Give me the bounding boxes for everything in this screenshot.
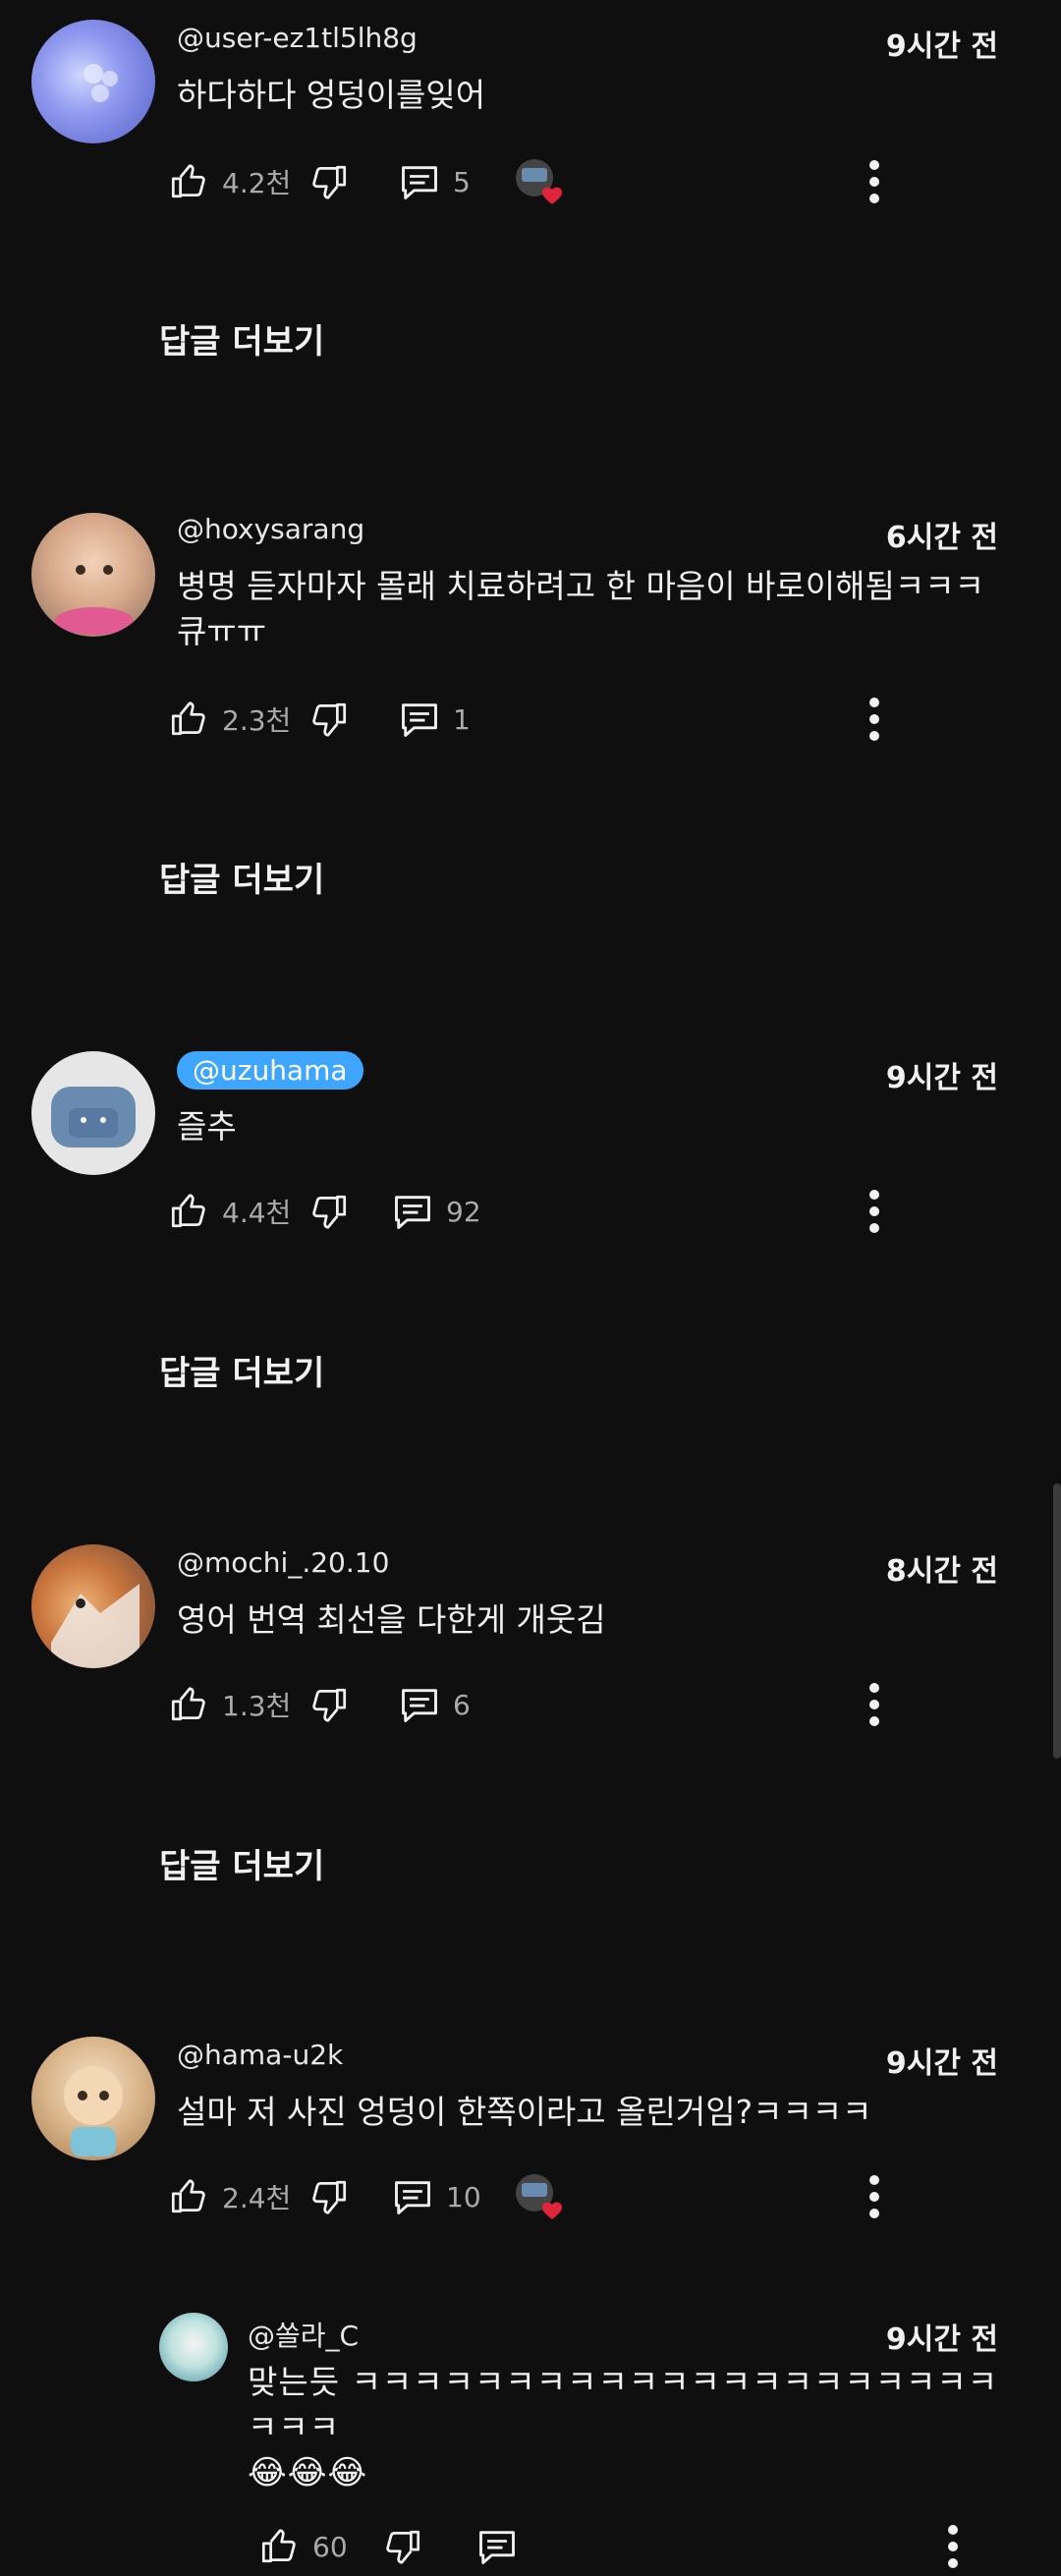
- avatar[interactable]: [31, 513, 155, 637]
- comment-author[interactable]: @hoxysarang: [177, 513, 364, 545]
- like-count: 2.4천: [222, 2182, 292, 2214]
- thumbs-down-icon: [309, 699, 351, 740]
- reply-count: 10: [446, 2180, 481, 2213]
- more-vertical-icon: [867, 1188, 881, 1235]
- reply-count: 6: [453, 1688, 471, 1721]
- comment-text: 하다하다 엉덩이를잊어: [177, 76, 486, 114]
- more-vertical-icon: [867, 158, 881, 205]
- more-options-button[interactable]: [855, 2167, 894, 2226]
- like-count: 2.3천: [222, 704, 292, 737]
- show-replies-link[interactable]: 답글 더보기: [159, 1346, 324, 1394]
- like-count: 60: [312, 2530, 348, 2563]
- like-button[interactable]: 4.4천: [167, 1182, 291, 1241]
- more-vertical-icon: [867, 1681, 881, 1728]
- thumbs-up-icon: [167, 1684, 208, 1725]
- reply-button[interactable]: 5: [398, 152, 471, 211]
- thumbs-down-icon: [309, 2176, 351, 2217]
- comment-icon: [391, 1190, 434, 1233]
- more-options-button[interactable]: [933, 2517, 973, 2576]
- thumbs-up-icon: [167, 2176, 208, 2217]
- comment-icon: [398, 160, 441, 203]
- like-button[interactable]: 2.4천: [167, 2167, 291, 2226]
- show-replies-link[interactable]: 답글 더보기: [159, 314, 324, 363]
- thumbs-down-icon: [309, 1684, 351, 1725]
- comment-time: 6시간 전: [885, 521, 998, 555]
- comment-time: 8시간 전: [885, 1554, 998, 1589]
- more-options-button[interactable]: [855, 1675, 894, 1734]
- comment-actions: 1.3천 6: [167, 1675, 973, 1734]
- reply-button[interactable]: 92: [391, 1182, 481, 1241]
- thumbs-down-icon: [309, 1191, 351, 1232]
- thumbs-up-icon: [167, 1191, 208, 1232]
- comment-time: 9시간 전: [885, 29, 998, 64]
- reply-button[interactable]: [475, 2517, 519, 2576]
- avatar[interactable]: [31, 2037, 155, 2160]
- avatar[interactable]: [31, 20, 155, 143]
- comment-text: 즐추: [177, 1107, 237, 1146]
- comment-icon: [475, 2525, 519, 2568]
- reply-button[interactable]: 10: [391, 2167, 481, 2226]
- avatar[interactable]: [159, 2313, 228, 2381]
- comment-author[interactable]: @hama-u2k: [177, 2039, 343, 2071]
- like-button[interactable]: 4.2천: [167, 152, 291, 211]
- like-button[interactable]: 1.3천: [167, 1675, 291, 1734]
- like-button[interactable]: 60: [257, 2517, 348, 2576]
- more-options-button[interactable]: [855, 1182, 894, 1241]
- like-count: 1.3천: [222, 1690, 292, 1722]
- comment-author[interactable]: @쏠라_C: [248, 2315, 359, 2354]
- like-button[interactable]: 2.3천: [167, 690, 291, 749]
- more-vertical-icon: [867, 2173, 881, 2220]
- thumbs-up-icon: [167, 161, 208, 202]
- reply-count: 5: [453, 165, 471, 198]
- comment-actions: 60: [257, 2517, 973, 2576]
- comment-author[interactable]: @mochi_.20.10: [177, 1546, 389, 1579]
- like-count: 4.4천: [222, 1197, 292, 1229]
- creator-heart-icon: [515, 158, 566, 209]
- comment-author-creator[interactable]: @uzuhama: [177, 1051, 363, 1090]
- comment-actions: 4.4천 92: [167, 1182, 973, 1241]
- creator-heart-icon: [515, 2173, 566, 2224]
- dislike-button[interactable]: [309, 690, 351, 749]
- dislike-button[interactable]: [309, 1675, 351, 1734]
- more-options-button[interactable]: [855, 152, 894, 211]
- avatar[interactable]: [31, 1544, 155, 1668]
- reply-text: 맞는듯 ㅋㅋㅋㅋㅋㅋㅋㅋㅋㅋㅋㅋㅋㅋㅋㅋㅋㅋㅋㅋㅋㅋㅋㅋ: [248, 2363, 999, 2446]
- reply-emoji: 😂😂😂: [248, 2453, 368, 2492]
- comment-actions: 2.3천 1: [167, 690, 973, 749]
- dislike-button[interactable]: [309, 2167, 351, 2226]
- thumbs-up-icon: [257, 2526, 299, 2567]
- comment-time: 9시간 전: [885, 2323, 998, 2357]
- like-count: 4.2천: [222, 167, 292, 199]
- dislike-button[interactable]: [309, 1182, 351, 1241]
- show-replies-link[interactable]: 답글 더보기: [159, 853, 324, 901]
- comment-actions: 2.4천 10: [167, 2167, 973, 2226]
- more-vertical-icon: [946, 2523, 960, 2570]
- comment-text: 병명 듣자마자 몰래 치료하려고 한 마음이 바로이해됨ㅋㅋㅋ큐ㅠㅠ: [177, 567, 984, 650]
- reply-count: 1: [453, 702, 471, 736]
- reply-button[interactable]: 6: [398, 1675, 471, 1734]
- more-vertical-icon: [867, 696, 881, 743]
- comment-author[interactable]: @user-ez1tl5lh8g: [177, 22, 418, 54]
- comment-text: 맞는듯 ㅋㅋㅋㅋㅋㅋㅋㅋㅋㅋㅋㅋㅋㅋㅋㅋㅋㅋㅋㅋㅋㅋㅋㅋ 😂😂😂: [248, 2360, 1002, 2495]
- thumbs-up-icon: [167, 699, 208, 740]
- dislike-button[interactable]: [383, 2517, 424, 2576]
- comment-time: 9시간 전: [885, 2046, 998, 2081]
- comment-actions: 4.2천 5: [167, 152, 973, 211]
- thumbs-down-icon: [383, 2526, 424, 2567]
- scrollbar[interactable]: [1053, 1484, 1061, 1759]
- show-replies-link[interactable]: 답글 더보기: [159, 1839, 324, 1887]
- dislike-button[interactable]: [309, 152, 351, 211]
- comment-text: 설마 저 사진 엉덩이 한쪽이라고 올린거임?ㅋㅋㅋㅋ: [177, 2093, 872, 2131]
- comment-icon: [391, 2175, 434, 2218]
- thumbs-down-icon: [309, 161, 351, 202]
- more-options-button[interactable]: [855, 690, 894, 749]
- comment-text: 영어 번역 최선을 다한게 개웃김: [177, 1600, 606, 1639]
- avatar[interactable]: [31, 1051, 155, 1175]
- comment-icon: [398, 1683, 441, 1726]
- comment-icon: [398, 698, 441, 741]
- reply-count: 92: [446, 1195, 481, 1228]
- comment-time: 9시간 전: [885, 1061, 998, 1095]
- reply-button[interactable]: 1: [398, 690, 471, 749]
